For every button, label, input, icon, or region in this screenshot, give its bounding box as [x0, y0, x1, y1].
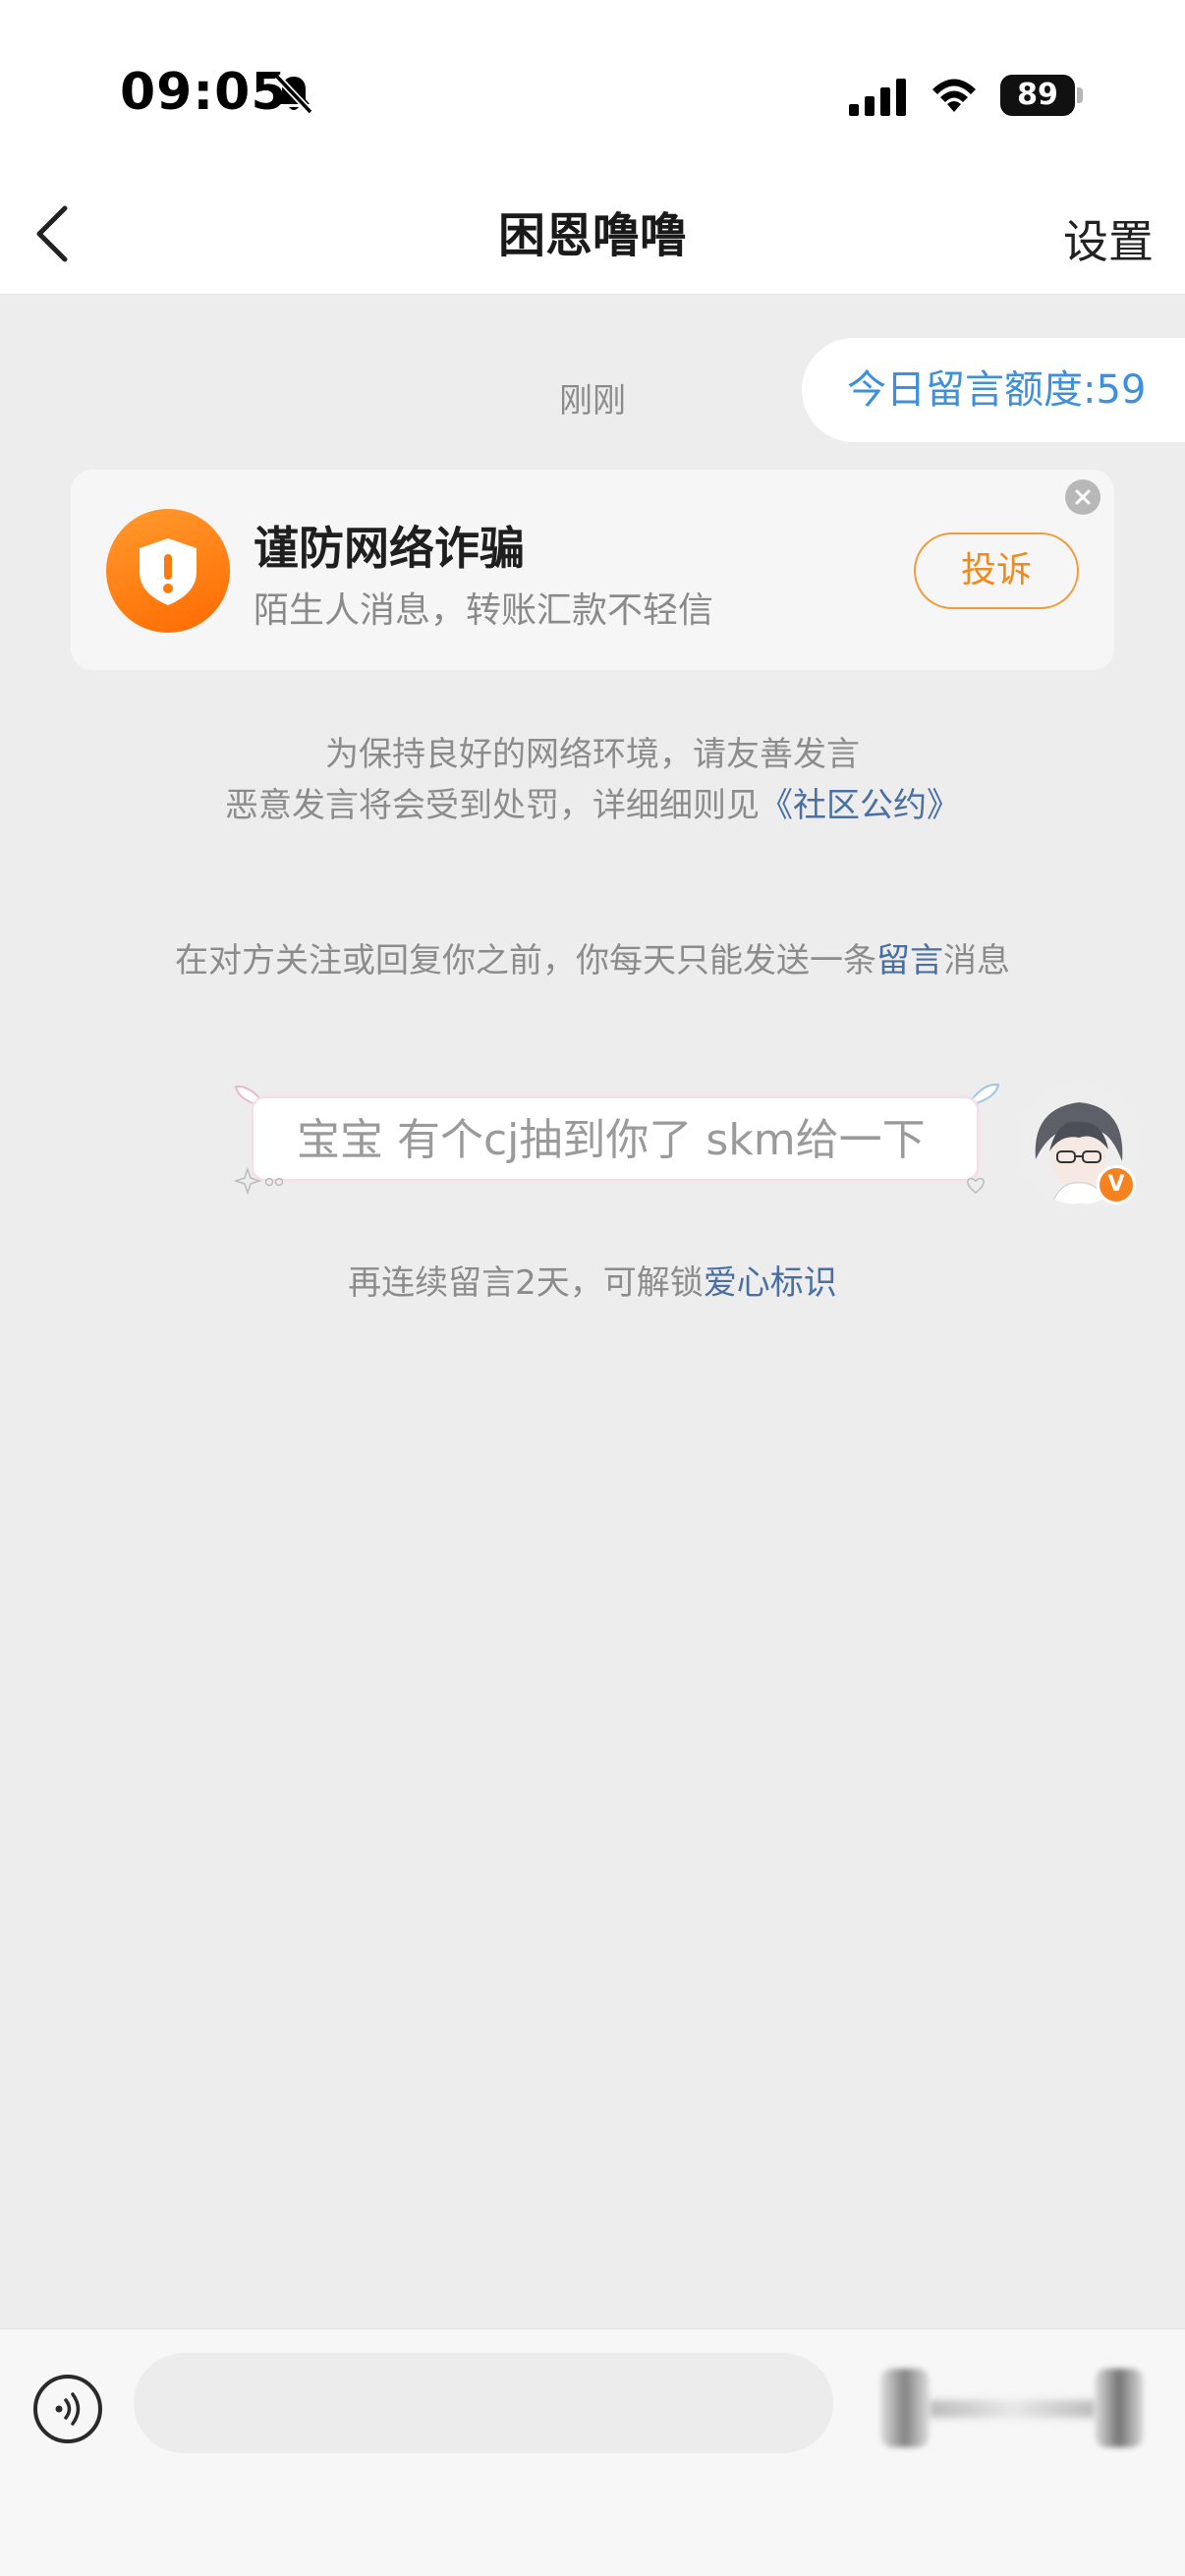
input-bar: [0, 2328, 1185, 2576]
settings-button[interactable]: 设置: [1063, 206, 1154, 271]
status-time: 09:05: [120, 63, 288, 122]
more-options-icon[interactable]: [1095, 2369, 1144, 2447]
unlock-notice: 再连续留言2天，可解锁爱心标识: [0, 1256, 1185, 1304]
community-notice-line2: 恶意发言将会受到处罚，详细细则见《社区公约》: [0, 778, 1185, 826]
warning-subtitle: 陌生人消息，转账汇款不轻信: [254, 590, 714, 631]
emoji-button-icon[interactable]: [880, 2369, 930, 2447]
status-bar: 09:05 89: [0, 0, 1185, 167]
shield-warning-icon: [106, 509, 230, 633]
report-button[interactable]: 投诉: [914, 532, 1079, 609]
battery-cap: [1077, 87, 1083, 103]
message-limit-text: 在对方关注或回复你之前，你每天只能发送一条: [175, 941, 876, 980]
blurred-divider: [930, 2400, 1097, 2418]
community-notice-line1: 为保持良好的网络环境，请友善发言: [325, 735, 860, 774]
message-bubble[interactable]: 宝宝 有个cj抽到你了 skm给一下: [252, 1096, 979, 1181]
battery-indicator: 89: [1000, 75, 1083, 116]
community-rules-link[interactable]: 《社区公约》: [760, 786, 960, 825]
cellular-signal-icon: [849, 79, 906, 116]
close-warning-icon[interactable]: [1065, 479, 1100, 515]
page-title: 困恩噜噜: [497, 208, 687, 263]
unlock-notice-text: 再连续留言2天，可解锁: [348, 1263, 704, 1303]
battery-level: 89: [1000, 75, 1075, 116]
verified-badge-icon: V: [1097, 1165, 1136, 1204]
nav-bar: 困恩噜噜 设置: [0, 167, 1185, 295]
message-limit-suffix: 消息: [943, 941, 1010, 980]
leave-message-link[interactable]: 留言: [876, 941, 943, 980]
wifi-icon: [932, 79, 976, 112]
message-input[interactable]: [134, 2353, 833, 2453]
bell-muted-icon: [274, 74, 313, 115]
message-limit-notice: 在对方关注或回复你之前，你每天只能发送一条留言消息: [0, 933, 1185, 981]
sent-message: 宝宝 有个cj抽到你了 skm给一下: [232, 1073, 1008, 1201]
community-notice-text: 恶意发言将会受到处罚，详细细则见: [225, 786, 760, 825]
voice-input-icon[interactable]: [33, 2375, 102, 2443]
sparkle-icon: [234, 1167, 284, 1195]
message-text: 宝宝 有个cj抽到你了 skm给一下: [297, 1115, 926, 1165]
chat-page: 09:05 89 困恩噜噜 设置 今日留言额度:59 刚刚 谨防网络诈骗 陌生人…: [0, 0, 1185, 2576]
warning-title: 谨防网络诈骗: [254, 522, 525, 575]
heart-deco-icon: [967, 1177, 985, 1194]
heart-badge-link[interactable]: 爱心标识: [704, 1263, 837, 1303]
fraud-warning-card: 谨防网络诈骗 陌生人消息，转账汇款不轻信 投诉: [71, 470, 1114, 670]
message-timestamp: 刚刚: [559, 381, 626, 420]
